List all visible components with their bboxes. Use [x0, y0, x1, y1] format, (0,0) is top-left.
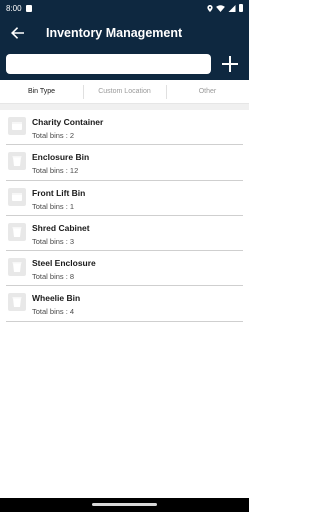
tab-bar: Bin Type Custom Location Other — [0, 80, 249, 104]
bin-icon — [8, 258, 26, 277]
plus-icon[interactable] — [221, 55, 239, 73]
status-time: 8:00 — [6, 3, 22, 13]
bin-count: Total bins : 3 — [32, 236, 75, 246]
list-item[interactable]: Front Lift Bin Total bins : 1 — [6, 181, 243, 216]
status-left: 8:00 — [6, 4, 32, 13]
sd-card-icon — [25, 4, 32, 12]
list-item[interactable]: Wheelie Bin Total bins : 4 — [6, 286, 243, 322]
bin-name: Front Lift Bin — [32, 187, 86, 198]
bin-count: Total bins : 1 — [32, 201, 75, 211]
search-input[interactable] — [6, 54, 211, 74]
inventory-screen: 8:00 Inventory Management Bin Type Custo… — [0, 0, 249, 512]
status-right — [207, 4, 243, 12]
bin-name: Charity Container — [32, 117, 104, 127]
page-title: Inventory Management — [46, 26, 183, 40]
wifi-icon — [216, 4, 225, 12]
signal-icon — [228, 4, 236, 12]
bin-name: Wheelie Bin — [32, 293, 81, 304]
tab-other[interactable]: Other — [166, 80, 249, 103]
home-indicator[interactable] — [92, 503, 157, 506]
back-arrow-icon[interactable] — [10, 25, 26, 41]
system-nav-bar — [0, 498, 249, 512]
bin-name: Enclosure Bin — [32, 152, 90, 163]
bin-icon — [8, 293, 26, 312]
list-item[interactable]: Shred Cabinet Total bins : 3 — [6, 216, 243, 252]
tab-custom-location[interactable]: Custom Location — [83, 80, 166, 103]
bin-type-list: Charity Container Total bins : 2 Enclosu… — [6, 110, 243, 322]
bin-count: Total bins : 2 — [32, 131, 75, 140]
tab-bin-type[interactable]: Bin Type — [0, 80, 83, 103]
app-bar: Inventory Management — [0, 16, 249, 80]
list-item[interactable]: Enclosure Bin Total bins : 12 — [6, 145, 243, 181]
container-icon — [8, 187, 26, 206]
battery-icon — [239, 4, 243, 12]
bin-name: Shred Cabinet — [32, 222, 90, 233]
location-icon — [207, 4, 213, 12]
bin-icon — [8, 222, 26, 241]
bin-count: Total bins : 8 — [32, 272, 75, 282]
container-icon — [8, 117, 26, 135]
bin-name: Steel Enclosure — [32, 258, 96, 269]
list-item[interactable]: Charity Container Total bins : 2 — [6, 110, 243, 146]
status-bar: 8:00 — [0, 0, 249, 16]
bin-count: Total bins : 4 — [32, 307, 75, 317]
bin-count: Total bins : 12 — [32, 166, 79, 176]
list-item[interactable]: Steel Enclosure Total bins : 8 — [6, 251, 243, 287]
bin-icon — [8, 152, 26, 171]
